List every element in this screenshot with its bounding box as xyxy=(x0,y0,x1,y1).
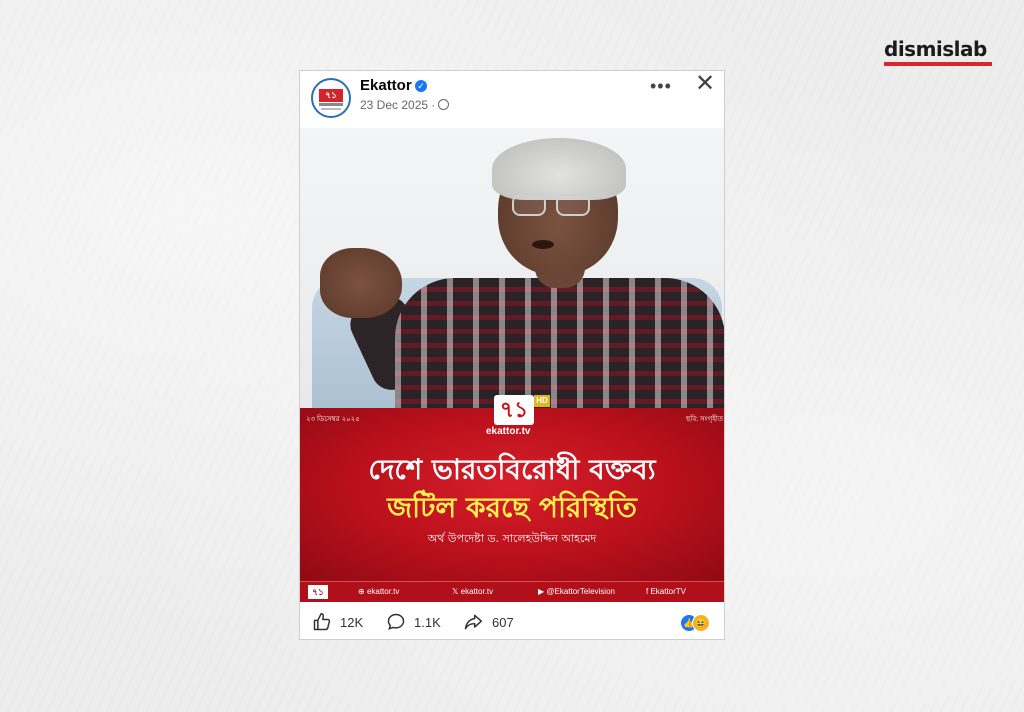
grey-hair xyxy=(492,138,626,200)
page-name-link[interactable]: Ekattor xyxy=(360,77,412,94)
news-banner: ২৩ ডিসেম্বর ২০২৫ ছবি: সংগৃহীত ৭১ HD ekat… xyxy=(300,395,724,581)
like-count: 12K xyxy=(340,614,364,630)
glasses-left-lens xyxy=(512,194,546,216)
globe-icon xyxy=(438,99,449,110)
close-icon[interactable]: ✕ xyxy=(695,71,715,97)
thumbs-up-icon xyxy=(313,612,331,631)
post-actions-bar: 12K 1.1K 607 👍 😆 xyxy=(300,604,724,640)
post-image[interactable]: ২৩ ডিসেম্বর ২০২৫ ছবি: সংগৃহীত ৭১ HD ekat… xyxy=(300,128,724,602)
speaker-caption: অর্থ উপদেষ্টা ড. সালেহউদ্দিন আহমেদ xyxy=(427,532,597,545)
footer-facebook-text: EkattorTV xyxy=(650,587,687,596)
speaker-photo xyxy=(300,128,724,418)
gesturing-hand xyxy=(320,248,402,318)
footer-youtube-text: @EkattorTelevision xyxy=(546,587,615,596)
post-date[interactable]: 23 Dec 2025 xyxy=(360,98,428,112)
footer-x: 𝕏 ekattor.tv xyxy=(452,587,493,596)
avatar-logo-line-2 xyxy=(321,108,341,110)
share-count: 607 xyxy=(492,614,514,630)
comment-count: 1.1K xyxy=(414,614,441,630)
comment-icon xyxy=(387,613,405,630)
like-button[interactable]: 12K xyxy=(312,612,363,632)
facebook-post-card: ৭১ Ekattor ✓ 23 Dec 2025 · ••• ✕ ২৩ ডিসে… xyxy=(299,70,725,640)
footer-facebook: f EkattorTV xyxy=(646,587,686,596)
verified-check-icon: ✓ xyxy=(415,80,427,92)
reaction-summary[interactable]: 👍 😆 xyxy=(680,614,720,632)
share-arrow-icon xyxy=(464,614,483,630)
avatar-logo-line xyxy=(319,103,343,106)
footer-web-text: ekattor.tv xyxy=(366,587,400,596)
mouth xyxy=(532,240,554,249)
post-header: ৭১ Ekattor ✓ 23 Dec 2025 · ••• ✕ xyxy=(300,71,724,129)
comment-button[interactable]: 1.1K xyxy=(386,612,441,632)
brand-name: dismislab xyxy=(884,37,987,61)
avatar-logo-mark: ৭১ xyxy=(319,89,343,102)
web-icon: ⊕ xyxy=(358,587,367,596)
x-icon: 𝕏 xyxy=(452,587,461,596)
post-meta: 23 Dec 2025 · xyxy=(360,98,435,112)
photo-credit: ছবি: সংগৃহীত xyxy=(686,416,724,423)
footer-x-text: ekattor.tv xyxy=(460,587,494,596)
haha-reaction-icon: 😆 xyxy=(692,614,710,632)
glasses-right-lens xyxy=(556,194,590,216)
more-options-icon[interactable]: ••• xyxy=(650,76,672,97)
ekattor-logo-mark: ৭১ xyxy=(494,395,534,425)
page-avatar[interactable]: ৭১ xyxy=(311,78,351,118)
ekattor-logo-text: ekattor.tv xyxy=(486,426,531,437)
banner-footer-strip: ৭১ ⊕ ekattor.tv 𝕏 ekattor.tv ▶ @EkattorT… xyxy=(300,581,724,602)
meta-separator: · xyxy=(431,98,436,112)
footer-logo: ৭১ xyxy=(308,585,328,599)
footer-youtube: ▶ @EkattorTelevision xyxy=(538,587,615,596)
footer-web: ⊕ ekattor.tv xyxy=(358,587,399,596)
share-button[interactable]: 607 xyxy=(462,612,514,632)
dismislab-logo: dismislab xyxy=(884,38,994,66)
patterned-shirt xyxy=(395,278,724,418)
brand-underline xyxy=(884,62,992,66)
hd-badge: HD xyxy=(534,395,550,407)
headline-line-2: জটিল করছে পরিস্থিতি xyxy=(387,491,637,524)
banner-date: ২৩ ডিসেম্বর ২০২৫ xyxy=(306,416,360,423)
